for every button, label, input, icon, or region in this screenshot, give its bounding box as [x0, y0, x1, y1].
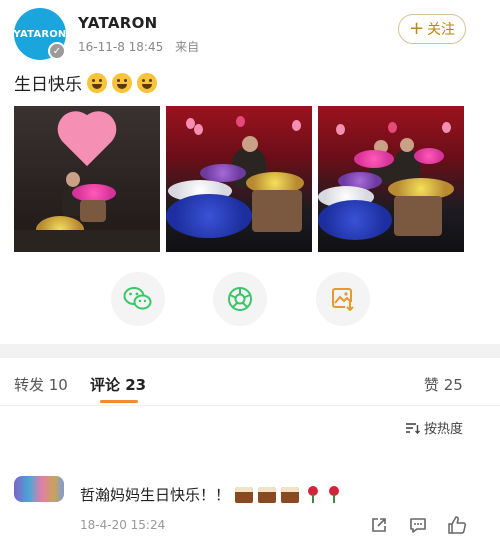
plus-icon: + [408, 18, 425, 39]
comment-share-button[interactable] [368, 514, 390, 536]
share-icon [372, 518, 386, 532]
flower-bouquet [414, 148, 444, 164]
flower-basket [394, 196, 442, 236]
comment-content: 哲瀚妈妈生日快乐！！ [80, 486, 231, 504]
post-photo-2[interactable] [166, 106, 312, 252]
floor [14, 230, 160, 252]
username[interactable]: YATARON [78, 14, 158, 32]
cake-emoji-icon [258, 486, 277, 503]
heart-decoration [54, 114, 120, 170]
balloon [336, 124, 345, 135]
weibo-post: YATARON ✓ YATARON 16-11-8 18:45 来自 + 关注 … [0, 0, 500, 344]
rose-emoji-icon [327, 486, 341, 503]
follow-button[interactable]: + 关注 [398, 14, 466, 44]
post-photo-1[interactable] [14, 106, 160, 252]
active-tab-indicator [100, 400, 138, 403]
share-wechat-button[interactable] [111, 272, 165, 326]
thumbs-up-icon [448, 516, 467, 534]
tab-like[interactable]: 赞 25 [424, 374, 463, 395]
balloon [442, 122, 451, 133]
sort-icon [406, 422, 420, 434]
cake-emoji-icon [281, 486, 300, 503]
person-head [242, 136, 258, 152]
flower-bouquet [354, 150, 394, 168]
rose-emoji-icon [306, 486, 320, 503]
section-divider [0, 344, 500, 358]
sort-by-popularity-button[interactable]: 按热度 [405, 418, 463, 437]
person-head [66, 172, 80, 187]
tab-comment[interactable]: 评论 23 [90, 374, 146, 395]
share-moments-button[interactable] [213, 272, 267, 326]
post-time: 16-11-8 18:45 [78, 40, 164, 54]
flower-basket [252, 190, 302, 232]
grin-emoji-icon [112, 72, 132, 93]
balloon [236, 116, 245, 127]
comment-text: 哲瀚妈妈生日快乐！！ [80, 484, 341, 505]
post-text: 生日快乐 [14, 70, 157, 95]
flower-basket [80, 200, 106, 222]
person-head [400, 138, 414, 152]
moments-icon [228, 287, 252, 311]
verified-badge-icon: ✓ [48, 42, 66, 60]
post-source: 来自 [175, 40, 200, 54]
reply-icon [410, 518, 426, 533]
sort-label: 按热度 [424, 422, 464, 437]
balloon [292, 120, 301, 131]
post-photo-3[interactable] [318, 106, 464, 252]
follow-label: 关注 [427, 22, 456, 38]
flower-bouquet [318, 200, 392, 240]
cake-emoji-icon [235, 486, 254, 503]
comment-reply-button[interactable] [407, 514, 429, 536]
tab-repost[interactable]: 转发 10 [14, 374, 68, 395]
save-image-icon [332, 288, 355, 312]
post-text-content: 生日快乐 [14, 75, 82, 95]
commenter-avatar[interactable] [14, 476, 64, 502]
comment-like-button[interactable] [446, 514, 468, 536]
save-image-button[interactable] [316, 272, 370, 326]
balloon [388, 122, 397, 133]
comment-time: 18-4-20 15:24 [80, 518, 166, 532]
interaction-tabs: 转发 10 评论 23 赞 25 [0, 358, 500, 406]
wechat-icon [123, 287, 152, 310]
balloon [194, 124, 203, 135]
post-meta: 16-11-8 18:45 来自 [78, 38, 207, 55]
grin-emoji-icon [137, 72, 157, 93]
grin-emoji-icon [87, 72, 107, 93]
flower-bouquet [166, 194, 252, 238]
